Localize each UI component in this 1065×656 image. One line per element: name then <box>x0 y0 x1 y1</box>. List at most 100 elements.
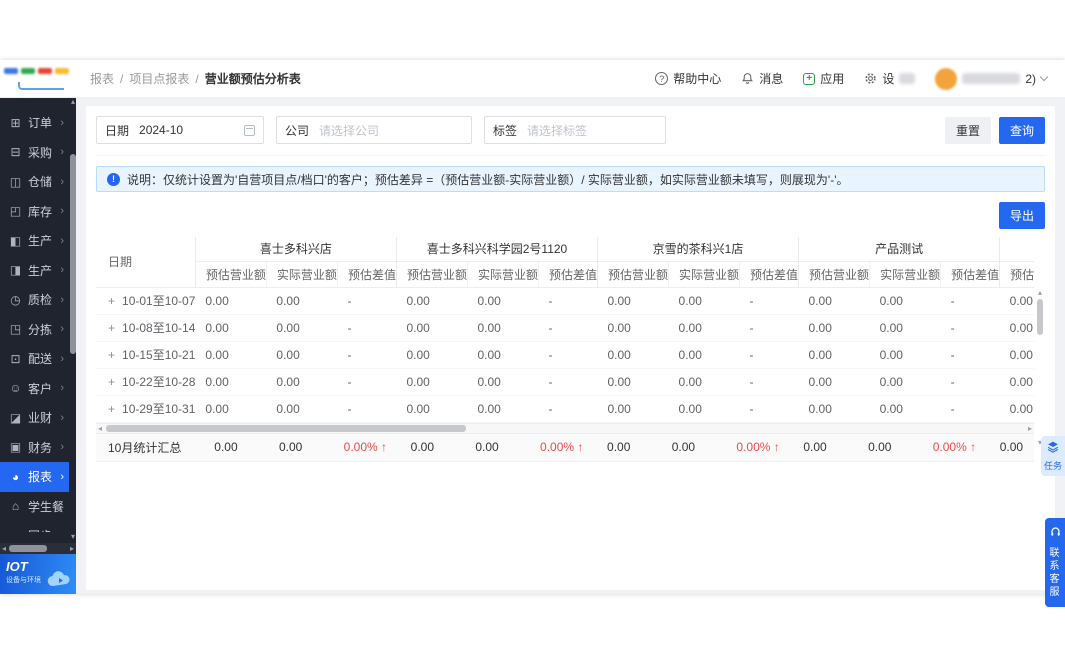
sidebar-item-production-2[interactable]: ◨ 生产 › <box>0 256 69 286</box>
expand-icon[interactable]: + <box>108 294 115 308</box>
help-center-button[interactable]: ? 帮助中心 <box>655 70 721 87</box>
user-menu[interactable]: 2) <box>935 67 1049 90</box>
store-group-header: 喜士多科兴科学园2号1120 <box>395 237 598 262</box>
messages-button[interactable]: 消息 <box>741 70 783 87</box>
column-header: 实际营业额 <box>668 261 740 288</box>
sidebar-item-biz-finance[interactable]: ◪ 业财 › <box>0 403 69 433</box>
sidebar-item-label: 财务 <box>28 440 53 455</box>
column-header: 预估差值 <box>336 261 397 288</box>
sidebar-item-customer[interactable]: ☺ 客户 › <box>0 374 69 404</box>
summary-cell-partial: 0.00 <box>989 433 1034 462</box>
info-icon: ! <box>107 172 120 186</box>
column-header: 实际营业额 <box>265 261 338 288</box>
scroll-left-icon[interactable]: ◂ <box>96 424 104 433</box>
date-filter-label: 日期 <box>105 123 130 138</box>
table-cell: - <box>337 395 397 423</box>
date-filter-input[interactable]: 日期 2024-10 <box>96 116 264 144</box>
table-cell: - <box>940 368 1000 396</box>
expand-icon[interactable]: + <box>108 402 115 416</box>
table-cell: - <box>538 287 598 315</box>
chevron-right-icon: › <box>60 352 64 365</box>
tasks-label: 任务 <box>1043 461 1062 471</box>
sidebar-item-finance[interactable]: ▣ 财务 › <box>0 433 69 463</box>
vscrollbar-thumb[interactable] <box>1037 299 1043 335</box>
company-filter-select[interactable]: 公司 请选择公司 <box>276 116 472 144</box>
scroll-right-icon[interactable]: ▸ <box>1026 424 1034 433</box>
sidebar-item-production-1[interactable]: ◧ 生产 › <box>0 226 69 256</box>
report-table-zone: 日期 喜士多科兴店 喜士多科兴科学园2号1120 京雪的茶科兴1店 产品测试 预估营业额实… <box>96 237 1045 462</box>
table-cell-partial: 0.00 <box>999 341 1034 369</box>
logo-swoosh <box>18 82 64 90</box>
summary-cell: 0.00 <box>400 433 466 462</box>
column-header: 实际营业额 <box>466 261 539 288</box>
chevron-right-icon: › <box>60 205 64 218</box>
breadcrumb-separator: / <box>120 71 124 86</box>
table-horizontal-scrollbar[interactable]: ◂ ▸ <box>96 422 1034 434</box>
chevron-right-icon: › <box>60 530 64 532</box>
date-range: 10-22至10-28 <box>122 375 196 389</box>
export-button[interactable]: 导出 <box>998 202 1045 229</box>
table-cell: - <box>940 341 1000 369</box>
table-cell: 0.00 <box>467 314 539 342</box>
summary-cell: 0.00% ↑ <box>333 433 401 462</box>
contact-support-widget[interactable]: 联系客服 <box>1045 518 1065 607</box>
sidebar-vertical-scrollbar[interactable] <box>70 108 76 532</box>
sidebar-item-order[interactable]: ⊞ 订单 › <box>0 108 69 138</box>
sidebar-item-procurement[interactable]: ⊟ 采购 › <box>0 138 69 168</box>
tag-filter-select[interactable]: 标签 请选择标签 <box>484 116 666 144</box>
username-suffix: 2) <box>1025 71 1036 86</box>
hscrollbar-thumb[interactable] <box>106 424 467 432</box>
biz-finance-icon: ◪ <box>9 410 22 425</box>
column-header: 预估营业额 <box>194 261 267 288</box>
table-row: +10-29至10-31 0.00 0.00-0.00 0.00-0.00 0.00-0… <box>96 395 1034 423</box>
table-cell: - <box>337 314 397 342</box>
reset-button[interactable]: 重置 <box>944 116 991 144</box>
scroll-right-icon[interactable]: ▸ <box>70 543 74 554</box>
column-header-partial: 预估营业额 <box>999 261 1034 288</box>
sidebar-scroll-down-icon[interactable]: ▾ <box>71 532 75 541</box>
sidebar-hscrollbar-thumb[interactable] <box>9 545 48 552</box>
settings-button[interactable]: 设 <box>864 70 916 87</box>
sidebar-item-sync[interactable]: ◎ 同步 › <box>0 521 69 532</box>
layers-icon <box>1047 441 1059 453</box>
help-center-label: 帮助中心 <box>673 72 722 86</box>
help-icon: ? <box>655 72 669 85</box>
table-cell: 0.00 <box>668 368 740 396</box>
sidebar-item-quality[interactable]: ◷ 质检 › <box>0 285 69 315</box>
apps-button[interactable]: + 应用 <box>803 70 844 87</box>
table-cell: - <box>739 287 799 315</box>
sidebar-item-warehouse[interactable]: ◫ 仓储 › <box>0 167 69 197</box>
query-button[interactable]: 查询 <box>998 116 1045 144</box>
calendar-icon <box>244 124 255 136</box>
sidebar-item-student-meal[interactable]: ⌂ 学生餐 <box>0 492 69 522</box>
sidebar-item-report[interactable]: ◕ 报表 › <box>0 462 69 492</box>
table-body: +10-01至10-07 0.00 0.00-0.00 0.00-0.00 0.00-0… <box>96 287 1034 423</box>
sidebar-item-delivery[interactable]: ⊡ 配送 › <box>0 344 69 374</box>
sidebar-item-inventory[interactable]: ◰ 库存 › <box>0 197 69 227</box>
quality-icon: ◷ <box>10 292 21 307</box>
report-table: 日期 喜士多科兴店 喜士多科兴科学园2号1120 京雪的茶科兴1店 产品测试 预估营业额实… <box>96 237 1034 423</box>
table-cell: 0.00 <box>869 368 941 396</box>
table-cell: 0.00 <box>798 314 870 342</box>
breadcrumb-item[interactable]: 项目点报表 <box>129 70 189 87</box>
summary-cell: 0.00 <box>793 433 859 462</box>
scroll-up-icon[interactable]: ▴ <box>1035 289 1045 297</box>
expand-icon[interactable]: + <box>108 321 115 335</box>
sidebar-scroll-up-icon[interactable]: ▴ <box>71 98 75 106</box>
table-vertical-scrollbar[interactable]: ▴ ▾ <box>1035 289 1045 447</box>
messages-label: 消息 <box>759 72 784 86</box>
sidebar-horizontal-scrollbar[interactable]: ◂ ▸ <box>0 543 76 554</box>
column-header: 预估差值 <box>739 261 799 288</box>
column-header: 实际营业额 <box>869 261 941 288</box>
sidebar-item-sorting[interactable]: ◳ 分拣 › <box>0 315 69 345</box>
warehouse-icon: ◫ <box>9 174 22 189</box>
breadcrumb-item[interactable]: 报表 <box>90 70 114 87</box>
expand-icon[interactable]: + <box>108 348 115 362</box>
sidebar-scrollbar-thumb[interactable] <box>70 154 76 354</box>
summary-cell: 0.00% ↑ <box>530 433 598 462</box>
scroll-left-icon[interactable]: ◂ <box>2 543 6 554</box>
table-cell: - <box>538 395 598 423</box>
expand-icon[interactable]: + <box>108 375 115 389</box>
iot-banner[interactable]: IOT 设备与环境 <box>0 554 76 594</box>
tasks-widget[interactable]: 任务 <box>1041 436 1065 476</box>
